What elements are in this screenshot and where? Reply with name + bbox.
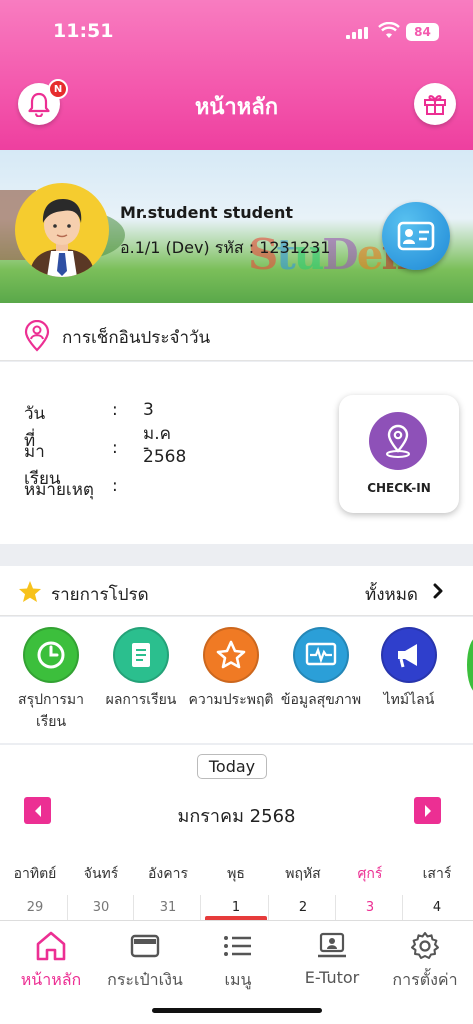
student-class-id: อ.1/1 (Dev) รหัส : 1231231 xyxy=(120,238,331,257)
row-value: - xyxy=(143,438,150,458)
menu-item-grades[interactable]: ผลการเรียน xyxy=(96,627,186,711)
see-all-link[interactable]: ทั้งหมด xyxy=(365,581,418,608)
next-month-button[interactable] xyxy=(414,797,441,824)
row-separator: : xyxy=(112,438,118,458)
header: 11:51 84 N หน้าหลัก xyxy=(0,0,473,150)
tab-label: กระเป๋าเงิน xyxy=(107,970,183,989)
profile-card: Mr.student student StuDent อ.1/1 (Dev) ร… xyxy=(0,150,473,303)
star-icon xyxy=(18,580,42,607)
tutor-icon xyxy=(285,929,379,963)
weekday-mon: จันทร์ xyxy=(83,866,119,882)
tab-label: เมนู xyxy=(224,970,252,989)
id-card-icon xyxy=(397,221,435,251)
menu-item-label: ผลการเรียน xyxy=(105,692,177,708)
day-number: 29 xyxy=(26,900,44,915)
student-name: Mr.student student xyxy=(120,203,293,222)
signal-icon xyxy=(346,27,368,39)
favorites-title: รายการโปรด xyxy=(51,585,149,605)
tab-label: หน้าหลัก xyxy=(20,970,82,989)
checkin-button[interactable]: CHECK-IN xyxy=(339,395,459,513)
heart-monitor-icon xyxy=(293,627,349,683)
page-title: หน้าหลัก xyxy=(194,95,279,120)
tab-settings[interactable]: การตั้งค่า xyxy=(378,929,472,993)
month-label: มกราคม 2568 xyxy=(177,806,296,827)
menu-item-label: ไทม์ไลน์ xyxy=(383,692,435,708)
gear-icon xyxy=(378,929,472,963)
weekday-sat: เสาร์ xyxy=(422,866,452,882)
weekday-thu: พฤหัส xyxy=(285,866,321,882)
tab-wallet[interactable]: กระเป๋าเงิน xyxy=(98,929,192,993)
menu-item-health[interactable]: ข้อมูลสุขภาพ xyxy=(276,627,366,711)
checkin-button-label: CHECK-IN xyxy=(367,481,431,495)
avatar xyxy=(15,183,109,277)
wifi-icon xyxy=(378,21,400,44)
menu-next-partial-item[interactable] xyxy=(467,637,473,693)
menu-item-label: ความประพฤติ xyxy=(188,692,274,708)
status-time: 11:51 xyxy=(53,20,114,42)
caret-right-icon xyxy=(424,804,431,817)
wallet-icon xyxy=(98,929,192,963)
favorites-menu: สรุปการมาเรียน ผลการเรียน ความประพฤติ ข้… xyxy=(0,617,473,743)
tab-e-tutor[interactable]: E-Tutor xyxy=(285,929,379,987)
checkin-section-title: การเช็กอินประจำวัน xyxy=(62,328,211,348)
chevron-right-icon[interactable] xyxy=(432,583,444,603)
tab-home[interactable]: หน้าหลัก xyxy=(4,929,98,993)
menu-item-label: สรุปการมาเรียน xyxy=(18,692,84,730)
row-label: หมายเหตุ xyxy=(24,480,94,500)
day-number: 2 xyxy=(298,900,308,915)
tab-label: E-Tutor xyxy=(304,968,360,987)
weekday-wed: พุธ xyxy=(227,866,245,882)
row-value: 3 ม.ค 2568 xyxy=(143,400,187,467)
location-user-icon xyxy=(24,319,50,356)
checkin-card: วันที่ : 3 ม.ค 2568 มาเรียน : - หมายเหตุ… xyxy=(0,362,473,544)
megaphone-icon xyxy=(381,627,437,683)
menu-item-behavior[interactable]: ความประพฤติ xyxy=(186,627,276,711)
row-separator: : xyxy=(112,400,118,420)
weekday-fri: ศุกร์ xyxy=(357,866,383,882)
calendar: Today มกราคม 2568 อาทิตย์ จันทร์ อังคาร … xyxy=(0,745,473,920)
menu-item-timeline[interactable]: ไทม์ไลน์ xyxy=(364,627,454,711)
location-pin-icon xyxy=(369,412,427,470)
day-number: 3 xyxy=(365,900,375,915)
app-root: 11:51 84 N หน้าหลัก Mr.student student S… xyxy=(0,0,473,1024)
tab-label: การตั้งค่า xyxy=(392,970,458,989)
menu-item-attendance-summary[interactable]: สรุปการมาเรียน xyxy=(6,627,96,733)
day-number: 4 xyxy=(432,900,442,915)
day-number: 31 xyxy=(159,900,177,915)
row-separator: : xyxy=(112,476,118,496)
report-icon xyxy=(113,627,169,683)
menu-item-label: ข้อมูลสุขภาพ xyxy=(280,692,362,708)
tab-menu[interactable]: เมนู xyxy=(191,929,285,993)
checkin-section-header: การเช็กอินประจำวัน xyxy=(0,303,473,361)
home-icon xyxy=(4,929,98,963)
day-number-today: 1 xyxy=(231,900,241,915)
day-number: 30 xyxy=(92,900,110,915)
home-indicator xyxy=(152,1008,322,1013)
status-bar: 11:51 84 xyxy=(0,20,473,46)
favorites-header: รายการโปรด ทั้งหมด xyxy=(0,566,473,616)
weekday-sun: อาทิตย์ xyxy=(13,866,57,882)
gift-button[interactable] xyxy=(414,83,456,125)
id-card-button[interactable] xyxy=(382,202,450,270)
battery-indicator: 84 xyxy=(406,23,439,41)
weekday-tue: อังคาร xyxy=(148,866,188,882)
gift-icon xyxy=(424,95,446,115)
clock-icon xyxy=(23,627,79,683)
today-button[interactable]: Today xyxy=(197,754,267,779)
list-icon xyxy=(191,929,285,963)
star-badge-icon xyxy=(203,627,259,683)
